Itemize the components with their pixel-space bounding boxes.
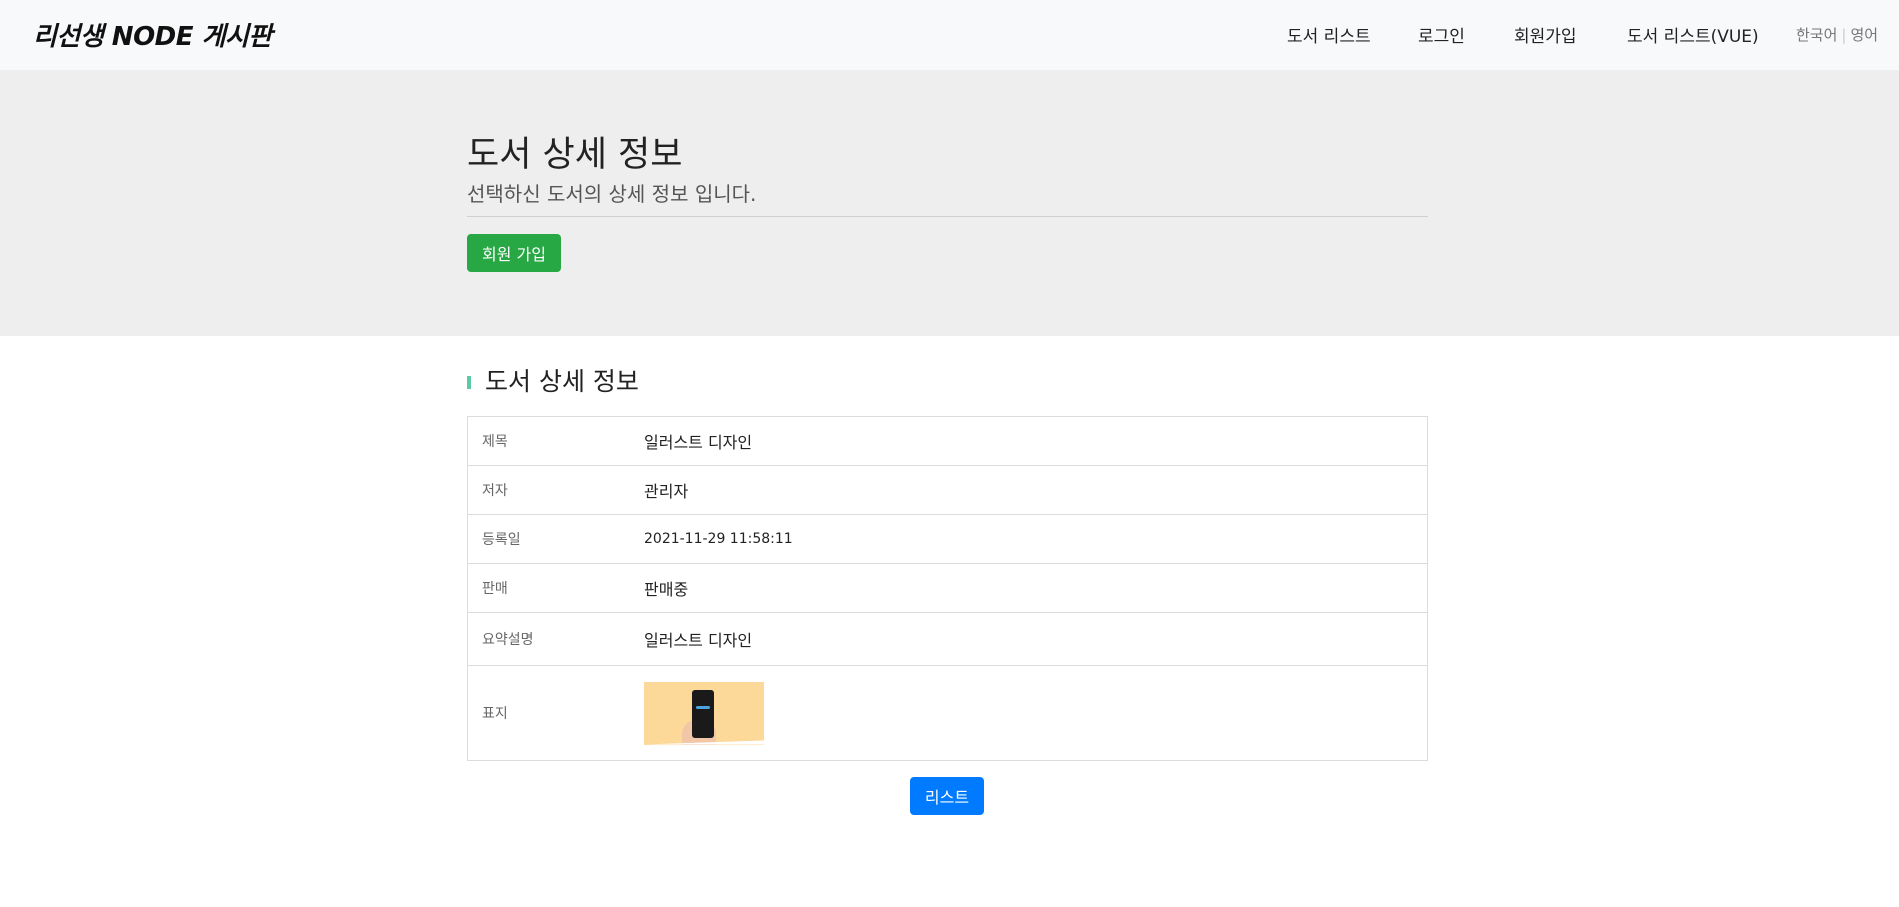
row-value-registered: 2021-11-29 11:58:11 <box>644 531 793 547</box>
table-row: 등록일 2021-11-29 11:58:11 <box>468 515 1427 564</box>
lang-korean[interactable]: 한국어 <box>1796 26 1837 44</box>
nav-link-book-list-vue[interactable]: 도서 리스트(VUE) <box>1627 22 1759 47</box>
row-value-cover <box>644 681 1427 745</box>
cover-phone-shape <box>692 689 714 738</box>
table-row: 판매 판매중 <box>468 564 1427 613</box>
row-value-author: 관리자 <box>644 482 689 501</box>
nav-link-book-list[interactable]: 도서 리스트 <box>1287 22 1371 47</box>
brand-logo[interactable]: 리선생 NODE 게시판 <box>33 16 272 53</box>
row-value-summary: 일러스트 디자인 <box>644 631 753 650</box>
row-label-sale: 판매 <box>482 581 508 597</box>
row-label-cover: 표지 <box>482 706 508 722</box>
join-button[interactable]: 회원 가입 <box>467 234 561 272</box>
divider <box>467 216 1428 217</box>
lang-english[interactable]: 영어 <box>1850 26 1878 44</box>
table-row: 제목 일러스트 디자인 <box>468 417 1427 466</box>
page-subtitle: 선택하신 도서의 상세 정보 입니다. <box>467 182 757 206</box>
jumbotron: 도서 상세 정보 선택하신 도서의 상세 정보 입니다. 회원 가입 <box>0 70 1899 336</box>
language-switcher: 한국어 | 영어 <box>1796 24 1878 45</box>
nav-link-login[interactable]: 로그인 <box>1418 22 1465 47</box>
book-cover-image <box>644 681 764 745</box>
row-label-author: 저자 <box>482 483 508 499</box>
nav-link-signup[interactable]: 회원가입 <box>1514 22 1577 47</box>
section-accent-bar <box>467 376 471 389</box>
section-title: 도서 상세 정보 <box>485 367 639 396</box>
table-row: 요약설명 일러스트 디자인 <box>468 613 1427 666</box>
row-value-title: 일러스트 디자인 <box>644 433 753 452</box>
navbar: 리선생 NODE 게시판 도서 리스트 로그인 회원가입 도서 리스트(VUE)… <box>0 0 1899 70</box>
table-row: 저자 관리자 <box>468 466 1427 515</box>
table-row: 표지 <box>468 666 1427 760</box>
cover-screen-shape <box>696 705 710 709</box>
book-detail-table: 제목 일러스트 디자인 저자 관리자 등록일 2021-11-29 11:58:… <box>467 416 1428 761</box>
row-label-title: 제목 <box>482 434 508 450</box>
list-button[interactable]: 리스트 <box>910 777 984 815</box>
row-label-registered: 등록일 <box>482 532 521 548</box>
lang-separator: | <box>1841 26 1847 44</box>
row-value-sale: 판매중 <box>644 580 689 599</box>
row-label-summary: 요약설명 <box>482 632 534 648</box>
page-title: 도서 상세 정보 <box>467 135 683 175</box>
